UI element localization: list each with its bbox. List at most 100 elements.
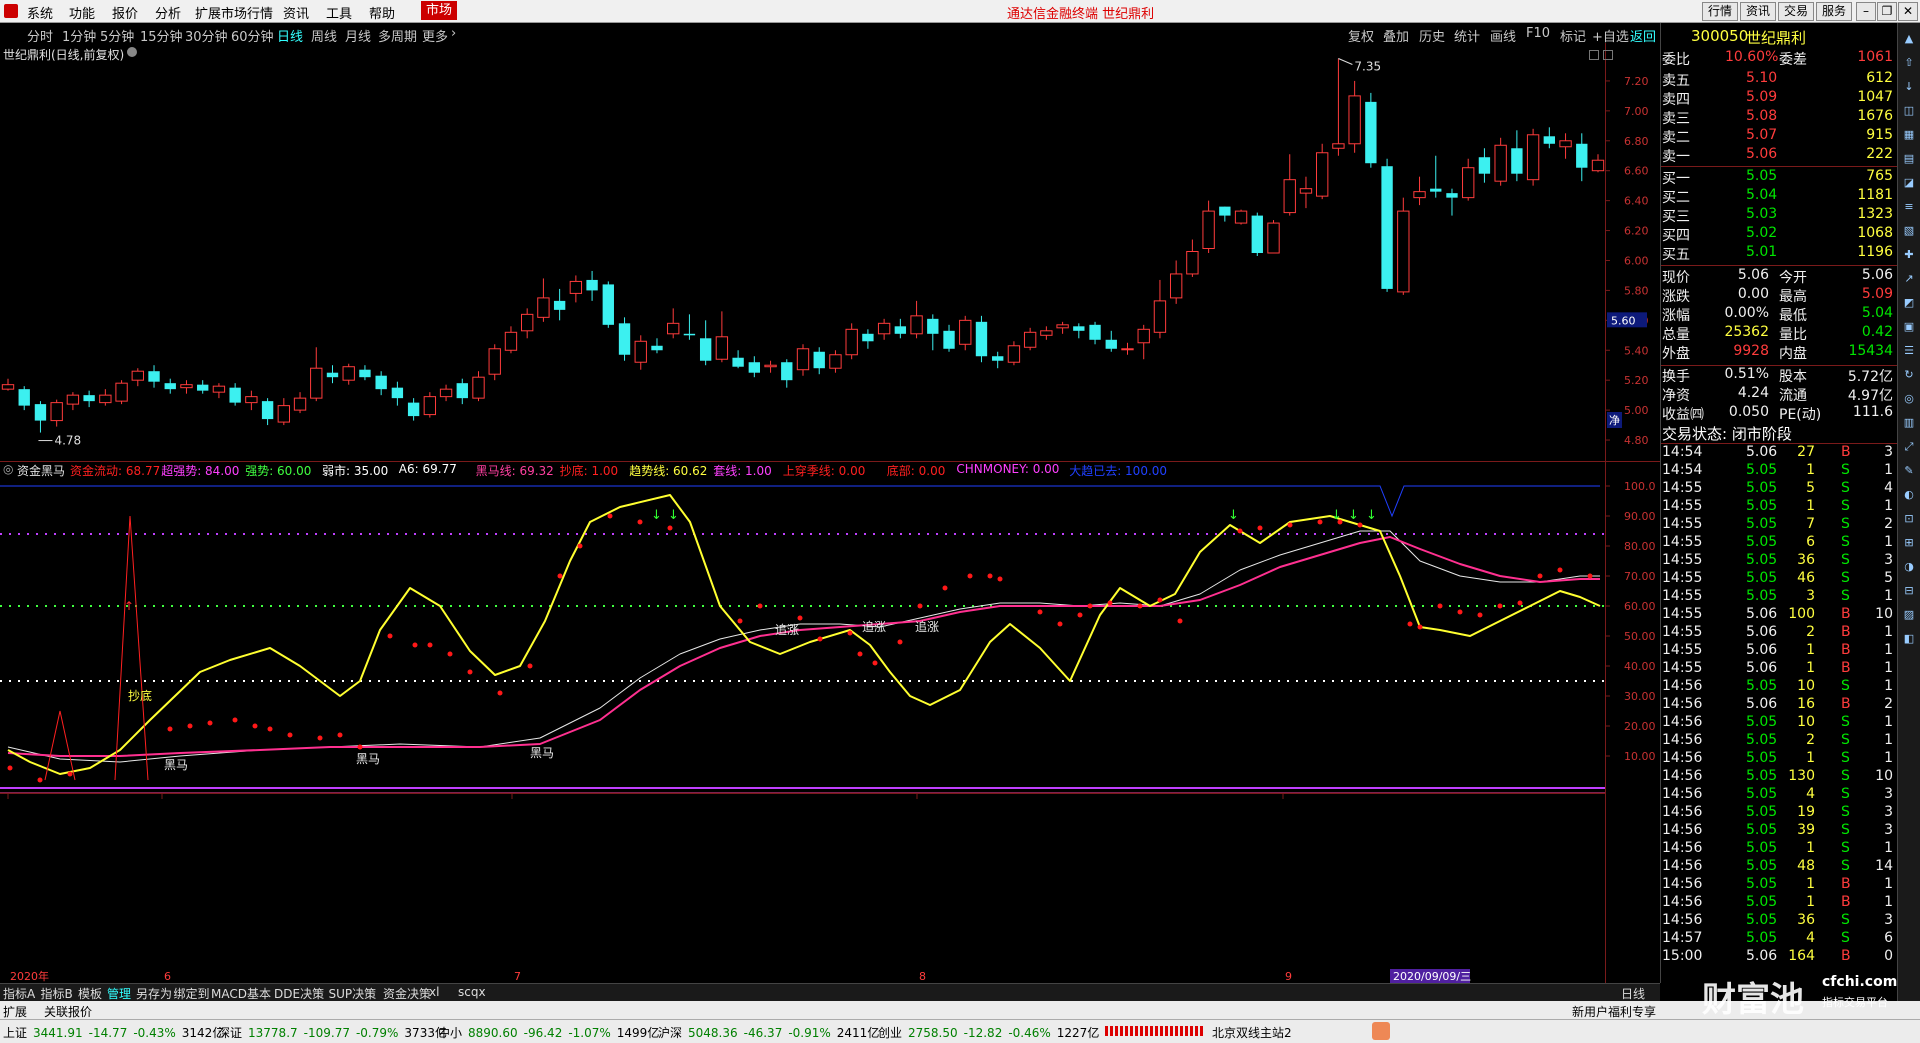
indicator-tab[interactable]: MACD基本 xyxy=(211,985,271,1002)
price-scale-toggle[interactable]: 净 xyxy=(1607,412,1622,428)
sidebar-tool-icon[interactable]: ↓ xyxy=(1901,79,1917,95)
sidebar-tool-icon[interactable]: ◪ xyxy=(1901,175,1917,191)
sidebar-tool-icon[interactable]: ▨ xyxy=(1901,607,1917,623)
sidebar-tool-icon[interactable]: ◐ xyxy=(1901,487,1917,503)
ad-banner[interactable]: 通达信金融终端 世纪鼎利 xyxy=(1007,3,1154,22)
menu-item-help[interactable]: 帮助 xyxy=(369,3,395,22)
tick-row[interactable]: 14:56 5.05 10 S 1 xyxy=(1661,678,1897,697)
tick-row[interactable]: 14:55 5.05 3 S 1 xyxy=(1661,588,1897,607)
sidebar-tool-icon[interactable]: ✚ xyxy=(1901,247,1917,263)
tick-row[interactable]: 14:54 5.05 1 S 1 xyxy=(1661,462,1897,481)
quote-row[interactable]: 涨跌 0.00 最高 5.09 xyxy=(1661,286,1897,305)
tick-row[interactable]: 14:55 5.05 46 S 5 xyxy=(1661,570,1897,589)
sidebar-tool-icon[interactable]: ▦ xyxy=(1901,127,1917,143)
quote-row[interactable]: 净资 4.24 流通 4.97亿 xyxy=(1661,385,1897,404)
menu-item-function[interactable]: 功能 xyxy=(69,3,95,22)
buy-row[interactable]: 买二 5.04 1181 xyxy=(1661,187,1897,206)
sell-row[interactable]: 卖三 5.08 1676 xyxy=(1661,108,1897,127)
toolbar-f10[interactable]: F10 xyxy=(1526,26,1550,41)
sidebar-tool-icon[interactable]: ≡ xyxy=(1901,199,1917,215)
menu-item-ext-market[interactable]: 扩展市场行情 xyxy=(195,3,273,22)
sell-row[interactable]: 卖二 5.07 915 xyxy=(1661,127,1897,146)
sidebar-tool-icon[interactable]: ⊡ xyxy=(1901,511,1917,527)
sidebar-tool-icon[interactable]: ▣ xyxy=(1901,319,1917,335)
sidebar-tool-icon[interactable]: ⊞ xyxy=(1901,535,1917,551)
menu-item-tools[interactable]: 工具 xyxy=(326,3,352,22)
menu-item-system[interactable]: 系统 xyxy=(27,3,53,22)
tick-row[interactable]: 14:56 5.05 130 S 10 xyxy=(1661,768,1897,787)
tick-row[interactable]: 14:56 5.05 1 S 1 xyxy=(1661,750,1897,769)
indicator-tab[interactable]: 绑定到 xyxy=(174,985,210,1002)
chevron-right-icon[interactable]: › xyxy=(451,26,456,41)
tab-extend[interactable]: 扩展 xyxy=(3,1003,27,1020)
tick-row[interactable]: 14:56 5.05 2 S 1 xyxy=(1661,732,1897,751)
index-quote[interactable]: 上证 3441.91 -14.77 -0.43% 3142亿 xyxy=(3,1024,230,1041)
menu-item-market[interactable]: 市场 xyxy=(421,1,458,20)
chart-area[interactable]: 7.20 7.00 6.80 6.60 6.40 6.20 6.00 5.80 5.60 5.40… xyxy=(0,43,1660,983)
kline-chart[interactable]: 7.20 7.00 6.80 6.60 6.40 6.20 6.00 5.80 5.60 5.40… xyxy=(0,43,1660,983)
tick-row[interactable]: 14:56 5.05 1 B 1 xyxy=(1661,876,1897,895)
tick-row[interactable]: 14:55 5.05 36 S 3 xyxy=(1661,552,1897,571)
panel-restore-icon[interactable] xyxy=(1589,50,1599,60)
sidebar-tool-icon[interactable]: ⤢ xyxy=(1901,439,1917,455)
promo-link[interactable]: 新用户福利专享 xyxy=(1572,1003,1656,1020)
indicator-tab[interactable]: 另存为 xyxy=(136,985,172,1002)
close-icon[interactable]: ✕ xyxy=(1898,2,1918,21)
tick-row[interactable]: 14:55 5.05 5 S 4 xyxy=(1661,480,1897,499)
sidebar-tool-icon[interactable]: ▤ xyxy=(1901,151,1917,167)
buy-row[interactable]: 买五 5.01 1196 xyxy=(1661,244,1897,263)
top-button-service[interactable]: 服务 xyxy=(1816,2,1853,21)
indicator-tab[interactable]: DDE决策 xyxy=(274,985,324,1002)
index-quote[interactable]: 深证 13778.7 -109.77 -0.79% 3733亿 xyxy=(218,1024,453,1041)
sidebar-tool-icon[interactable]: ◫ xyxy=(1901,103,1917,119)
sell-row[interactable]: 卖一 5.06 222 xyxy=(1661,146,1897,165)
sidebar-tool-icon[interactable]: ↻ xyxy=(1901,367,1917,383)
sidebar-tool-icon[interactable]: ▥ xyxy=(1901,415,1917,431)
tick-row[interactable]: 14:56 5.05 19 S 3 xyxy=(1661,804,1897,823)
sell-row[interactable]: 卖四 5.09 1047 xyxy=(1661,89,1897,108)
sidebar-tool-icon[interactable]: ↗ xyxy=(1901,271,1917,287)
quote-row[interactable]: 涨幅 0.00% 最低 5.04 xyxy=(1661,305,1897,324)
sidebar-tool-icon[interactable]: ▧ xyxy=(1901,223,1917,239)
indicator-settings-icon[interactable]: ◎ xyxy=(3,462,13,476)
index-quote[interactable]: 中小 8890.60 -96.42 -1.07% 1499亿 xyxy=(438,1024,665,1041)
minimize-icon[interactable]: – xyxy=(1856,2,1876,21)
tick-row[interactable]: 14:55 5.06 1 B 1 xyxy=(1661,642,1897,661)
sidebar-tool-icon[interactable]: ⇧ xyxy=(1901,55,1917,71)
tick-row[interactable]: 14:56 5.05 39 S 3 xyxy=(1661,822,1897,841)
sidebar-tool-icon[interactable]: ▲ xyxy=(1901,31,1917,47)
tick-row[interactable]: 14:57 5.05 4 S 6 xyxy=(1661,930,1897,949)
tick-row[interactable]: 14:55 5.06 1 B 1 xyxy=(1661,660,1897,679)
top-button-trade[interactable]: 交易 xyxy=(1778,2,1815,21)
indicator-tab[interactable]: SUP决策 xyxy=(329,985,377,1002)
maximize-icon[interactable]: ❐ xyxy=(1877,2,1897,21)
tick-row[interactable]: 14:56 5.05 48 S 14 xyxy=(1661,858,1897,877)
close-overlay-icon[interactable] xyxy=(127,47,137,57)
indicator-name[interactable]: 资金黑马 xyxy=(17,462,65,479)
quote-row[interactable]: 现价 5.06 今开 5.06 xyxy=(1661,267,1897,286)
menu-item-quote[interactable]: 报价 xyxy=(112,3,138,22)
tick-row[interactable]: 14:56 5.05 1 S 1 xyxy=(1661,840,1897,859)
quote-row[interactable]: 总量 25362 量比 0.42 xyxy=(1661,324,1897,343)
quote-row[interactable]: 换手 0.51% 股本 5.72亿 xyxy=(1661,366,1897,385)
indicator-tab[interactable]: 管理 xyxy=(107,985,131,1002)
sidebar-tool-icon[interactable]: ◩ xyxy=(1901,295,1917,311)
top-button-quotes[interactable]: 行情 xyxy=(1702,2,1739,21)
indicator-tab[interactable]: 指标A xyxy=(3,985,35,1002)
tick-row[interactable]: 14:56 5.06 16 B 2 xyxy=(1661,696,1897,715)
quote-row[interactable]: 收益㈣ 0.050 PE(动) 111.6 xyxy=(1661,404,1897,423)
index-quote[interactable]: 沪深 5048.36 -46.37 -0.91% 2411亿 xyxy=(658,1024,885,1041)
tick-row[interactable]: 14:56 5.05 1 B 1 xyxy=(1661,894,1897,913)
index-quote[interactable]: 创业 2758.50 -12.82 -0.46% 1227亿 xyxy=(878,1024,1105,1041)
tick-row[interactable]: 14:54 5.06 27 B 3 xyxy=(1661,444,1897,463)
tick-row[interactable]: 15:00 5.06 164 B 0 xyxy=(1661,948,1897,967)
tick-row[interactable]: 14:55 5.05 7 S 2 xyxy=(1661,516,1897,535)
sidebar-tool-icon[interactable]: ◎ xyxy=(1901,391,1917,407)
input-method-icon[interactable] xyxy=(1372,1022,1390,1040)
buy-row[interactable]: 买四 5.02 1068 xyxy=(1661,225,1897,244)
tick-row[interactable]: 14:55 5.06 2 B 1 xyxy=(1661,624,1897,643)
buy-row[interactable]: 买三 5.03 1323 xyxy=(1661,206,1897,225)
panel-max-icon[interactable] xyxy=(1603,50,1613,60)
weibi-row[interactable]: 委比 10.60% 委差 1061 xyxy=(1661,49,1897,68)
sidebar-tool-icon[interactable]: ☰ xyxy=(1901,343,1917,359)
